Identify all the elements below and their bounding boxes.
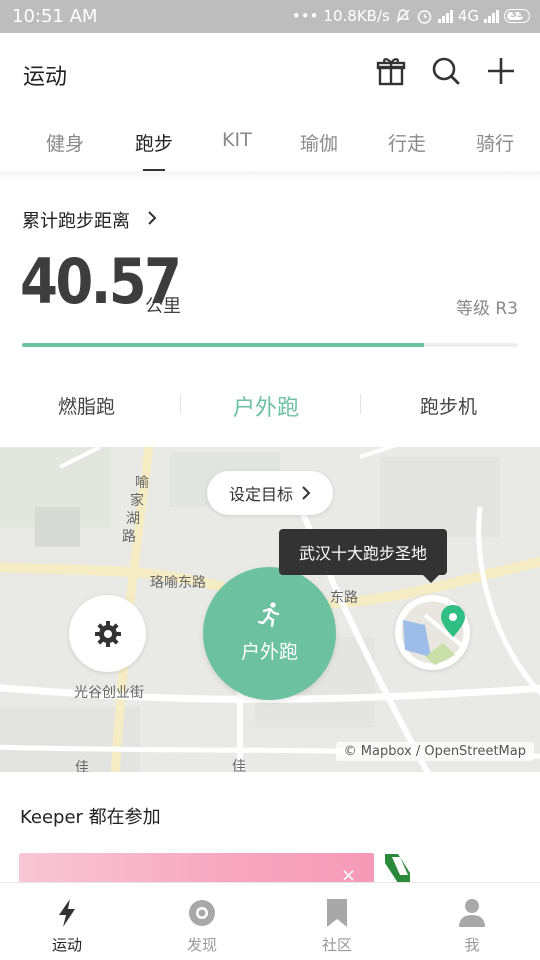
mute-icon	[396, 9, 410, 23]
tab-kit[interactable]: KIT	[222, 129, 252, 151]
start-outdoor-run-button[interactable]: 户外跑	[203, 567, 336, 700]
map-view[interactable]: 喻 家 湖 路 珞喻东路 光谷创业街 东路 佳 佳 设定目标 户外跑 武汉十大跑…	[0, 447, 540, 772]
battery-icon: 33	[504, 9, 530, 23]
challenge-banner-next[interactable]	[384, 853, 424, 883]
page-title: 运动	[23, 65, 68, 90]
person-icon	[459, 899, 485, 927]
nav-discover-label: 发现	[186, 936, 217, 954]
running-places-button[interactable]	[395, 595, 470, 670]
nav-community[interactable]: 社区	[297, 897, 377, 955]
tab-walking[interactable]: 行走	[388, 129, 426, 156]
nav-me[interactable]: 我	[432, 897, 512, 955]
tab-yoga[interactable]: 瑜伽	[300, 129, 338, 156]
add-button[interactable]	[483, 53, 519, 89]
start-run-label: 户外跑	[240, 641, 298, 663]
signal-icon	[437, 9, 453, 23]
nav-discover[interactable]: 发现	[162, 897, 242, 955]
gift-button[interactable]	[373, 53, 409, 89]
plus-icon	[488, 58, 514, 84]
search-button[interactable]	[428, 53, 464, 89]
set-goal-label: 设定目标	[228, 485, 293, 504]
tab-cycling[interactable]: 骑行	[476, 129, 514, 156]
mode-divider	[180, 394, 181, 414]
nav-me-label: 我	[464, 936, 480, 954]
status-time: 10:51 AM	[12, 6, 98, 27]
runner-level: 等级 R3	[455, 299, 518, 319]
search-icon	[432, 57, 460, 85]
level-progress-fill	[22, 343, 424, 347]
challenge-logo-icon	[385, 854, 410, 883]
map-place-icon	[401, 601, 465, 665]
signal-2-icon	[484, 9, 499, 23]
nav-sports[interactable]: 运动	[27, 897, 107, 955]
runner-icon	[258, 602, 280, 627]
set-goal-button[interactable]: 设定目标	[207, 471, 333, 515]
more-dots-icon: •••	[291, 7, 319, 25]
nav-sports-label: 运动	[51, 936, 82, 954]
chevron-right-icon	[148, 211, 157, 225]
chevron-right-icon	[302, 486, 311, 500]
road-label-yujiahu-2: 家	[130, 492, 144, 509]
tabs-divider	[0, 171, 540, 179]
alarm-icon	[417, 9, 432, 24]
road-label-yujiahu-1: 喻	[135, 475, 149, 491]
nav-community-label: 社区	[321, 936, 352, 954]
lightning-icon	[59, 899, 75, 927]
gift-icon	[376, 58, 406, 86]
level-progress-bar	[22, 343, 518, 347]
road-label-jia: 佳	[232, 759, 246, 772]
places-tooltip[interactable]: 武汉十大跑步圣地	[279, 529, 447, 583]
bookmark-icon	[327, 899, 347, 927]
bottom-navigation: 运动 发现 社区 我	[0, 882, 540, 960]
gear-icon	[94, 620, 121, 647]
total-distance-link[interactable]: 累计跑步距离	[22, 207, 130, 233]
road-label-bottom: 佳	[75, 760, 89, 772]
battery-level: 33	[510, 9, 524, 20]
discover-icon	[189, 900, 215, 926]
category-tabs: 健身 跑步 KIT 瑜伽 行走 骑行	[0, 113, 540, 172]
road-label-east: 东路	[330, 590, 358, 606]
tab-fitness[interactable]: 健身	[46, 129, 84, 156]
app-header: 运动	[0, 33, 540, 113]
mode-treadmill[interactable]: 跑步机	[420, 392, 477, 419]
road-label-yujiahu-3: 湖	[126, 511, 140, 527]
network-type: 4G	[457, 7, 479, 25]
tab-running[interactable]: 跑步	[135, 129, 173, 156]
network-speed: 10.8KB/s	[323, 7, 390, 25]
road-label-yujiahu-4: 路	[122, 529, 136, 545]
status-indicators: ••• 10.8KB/s 4G 33	[292, 7, 530, 25]
mode-fat-burn[interactable]: 燃脂跑	[58, 392, 115, 419]
run-settings-button[interactable]	[69, 595, 146, 672]
mode-divider	[360, 394, 361, 414]
road-label-guanggu: 光谷创业街	[74, 685, 144, 701]
map-attribution[interactable]: © Mapbox / OpenStreetMap	[335, 742, 534, 761]
challenge-banner[interactable]: ×	[19, 853, 374, 885]
mode-outdoor[interactable]: 户外跑	[233, 390, 299, 422]
status-bar: 10:51 AM ••• 10.8KB/s 4G 33	[0, 0, 540, 33]
road-label-luoyu: 珞喻东路	[150, 575, 206, 591]
keeper-section-title: Keeper 都在参加	[20, 807, 161, 828]
distance-unit: 公里	[145, 296, 181, 317]
